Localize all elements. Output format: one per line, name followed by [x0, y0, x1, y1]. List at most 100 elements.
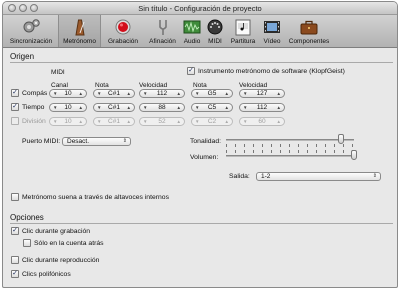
compas-checkbox[interactable]: ✓	[11, 89, 19, 97]
increment-arrow-icon[interactable]: ▲	[177, 118, 181, 125]
checkmark-icon: ✓	[12, 103, 18, 110]
midi-group-label: MIDI	[51, 69, 65, 76]
compas-label: Compás	[22, 90, 48, 97]
tab-label: Afinación	[149, 38, 176, 45]
software-instrument-checkbox[interactable]: ✓	[187, 67, 195, 75]
increment-arrow-icon[interactable]: ▲	[79, 118, 83, 125]
popup-arrows-icon: ⇕	[122, 138, 127, 144]
metronome-settings-panel: Origen MIDI ✓ Instrumento metrónomo de s…	[3, 49, 397, 287]
division-checkbox[interactable]	[11, 117, 19, 125]
division-nota-stepper[interactable]: ▼ C#1 ▲	[93, 117, 135, 126]
tab-afinacion[interactable]: Afinación	[144, 15, 181, 47]
tab-label: Metrónomo	[63, 38, 96, 45]
clics-polifonicos-label: Clics polifónicos	[22, 271, 71, 278]
compas-nota-stepper[interactable]: ▼ C#1 ▲	[93, 89, 135, 98]
header-nota: Nota	[95, 82, 109, 89]
increment-arrow-icon[interactable]: ▲	[127, 104, 131, 111]
midi-port-popup[interactable]: Desact. ⇕	[62, 137, 131, 146]
tiempo-nota-software-stepper[interactable]: ▼ C5 ▲	[191, 103, 233, 112]
tiempo-label: Tiempo	[22, 104, 45, 111]
header-nota-software: Nota	[193, 82, 207, 89]
increment-arrow-icon[interactable]: ▲	[225, 104, 229, 111]
header-velocidad-software: Velocidad	[239, 82, 268, 89]
division-label: División	[22, 118, 46, 125]
tiempo-nota-stepper[interactable]: ▼ C#1 ▲	[93, 103, 135, 112]
tonalidad-slider-knob[interactable]	[338, 134, 345, 144]
tab-partitura[interactable]: Partitura	[227, 15, 259, 47]
division-velocidad-stepper[interactable]: ▼ 52 ▲	[139, 117, 185, 126]
division-canal-stepper[interactable]: ▼ 10 ▲	[49, 117, 87, 126]
solo-cuenta-atras-label: Sólo en la cuenta atrás	[34, 240, 104, 247]
title-bar: Sin título - Configuración de proyecto	[3, 2, 397, 15]
tab-video[interactable]: Vídeo	[260, 15, 284, 47]
tiempo-velocidad-stepper[interactable]: ▼ 88 ▲	[139, 103, 185, 112]
briefcase-icon	[300, 20, 318, 35]
tab-sincronizacion[interactable]: Sincronización	[6, 15, 56, 47]
internal-speakers-label: Metrónomo suena a través de altavoces in…	[22, 194, 169, 201]
volumen-slider-track[interactable]	[226, 155, 354, 157]
tab-metronomo[interactable]: Metrónomo	[58, 15, 101, 47]
midi-port-icon	[207, 19, 223, 35]
increment-arrow-icon[interactable]: ▲	[177, 104, 181, 111]
tab-label: Sincronización	[9, 38, 53, 45]
clic-grabacion-checkbox[interactable]: ✓	[11, 227, 19, 235]
toolbar: Sincronización Metrónomo Grabación Afina…	[3, 15, 397, 48]
compas-velocidad-stepper[interactable]: ▼ 112 ▲	[139, 89, 185, 98]
salida-label: Salida:	[229, 173, 250, 180]
tiempo-canal-stepper[interactable]: ▼ 10 ▲	[49, 103, 87, 112]
software-instrument-label: Instrumento metrónomo de software (Klopf…	[198, 68, 345, 75]
tuning-fork-icon	[158, 20, 167, 35]
checkmark-icon: ✓	[12, 89, 18, 96]
solo-cuenta-atras-checkbox[interactable]	[23, 239, 31, 247]
increment-arrow-icon[interactable]: ▲	[225, 90, 229, 97]
project-settings-window: Sin título - Configuración de proyecto S…	[2, 1, 398, 288]
internal-speakers-checkbox[interactable]	[11, 193, 19, 201]
audio-waveform-icon	[183, 20, 201, 34]
checkmark-icon: ✓	[188, 67, 194, 74]
increment-arrow-icon[interactable]: ▲	[79, 90, 83, 97]
tiempo-velocidad-software-stepper[interactable]: ▼ 112 ▲	[239, 103, 285, 112]
checkmark-icon: ✓	[12, 227, 18, 234]
compas-velocidad-software-stepper[interactable]: ▼ 127 ▲	[239, 89, 285, 98]
tiempo-checkbox[interactable]: ✓	[11, 103, 19, 111]
tab-label: Partitura	[230, 38, 256, 45]
compas-canal-stepper[interactable]: ▼ 10 ▲	[49, 89, 87, 98]
volumen-label: Volumen:	[190, 154, 219, 161]
increment-arrow-icon[interactable]: ▲	[127, 90, 131, 97]
tab-label: Componentes	[288, 38, 330, 45]
popup-arrows-icon: ⇕	[372, 173, 377, 179]
increment-arrow-icon[interactable]: ▲	[177, 90, 181, 97]
checkmark-icon: ✓	[12, 270, 18, 277]
clic-reproduccion-checkbox[interactable]	[11, 256, 19, 264]
sync-gear-icon	[23, 19, 40, 33]
clic-reproduccion-label: Clic durante reproducción	[22, 257, 100, 264]
clic-grabacion-label: Clic durante grabación	[22, 228, 91, 235]
header-canal: Canal	[51, 82, 68, 89]
header-velocidad: Velocidad	[139, 82, 168, 89]
clics-polifonicos-checkbox[interactable]: ✓	[11, 270, 19, 278]
tab-componentes[interactable]: Componentes	[285, 15, 333, 47]
section-divider	[10, 223, 393, 224]
window-title: Sin título - Configuración de proyecto	[138, 4, 262, 13]
increment-arrow-icon[interactable]: ▲	[79, 104, 83, 111]
increment-arrow-icon[interactable]: ▲	[225, 118, 229, 125]
section-title-opciones: Opciones	[10, 213, 44, 222]
record-icon	[115, 19, 131, 35]
tab-grabacion[interactable]: Grabación	[103, 15, 143, 47]
compas-nota-software-stepper[interactable]: ▼ G5 ▲	[191, 89, 233, 98]
increment-arrow-icon[interactable]: ▲	[127, 118, 131, 125]
tonalidad-slider-ticks	[226, 144, 354, 147]
salida-popup[interactable]: 1-2 ⇕	[256, 172, 381, 181]
tab-midi[interactable]: MIDI	[204, 15, 226, 47]
increment-arrow-icon[interactable]: ▲	[277, 118, 281, 125]
section-divider	[10, 62, 393, 63]
division-velocidad-software-stepper[interactable]: ▼ 60 ▲	[239, 117, 285, 126]
increment-arrow-icon[interactable]: ▲	[277, 90, 281, 97]
volumen-slider-ticks	[226, 150, 354, 153]
tonalidad-slider-track[interactable]	[226, 139, 354, 141]
tab-audio[interactable]: Audio	[181, 15, 203, 47]
division-nota-software-stepper[interactable]: ▼ C2 ▲	[191, 117, 233, 126]
volumen-slider-knob[interactable]	[351, 150, 357, 160]
metronome-icon	[74, 19, 85, 36]
increment-arrow-icon[interactable]: ▲	[277, 104, 281, 111]
